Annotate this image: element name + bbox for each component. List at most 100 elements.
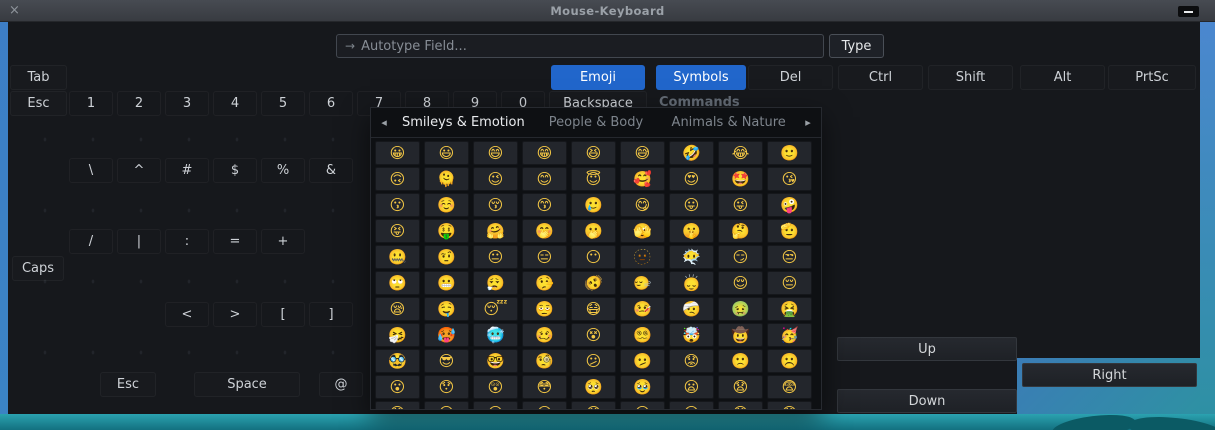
right-button[interactable]: Right: [1022, 363, 1197, 387]
emoji-cell[interactable]: 😛: [669, 193, 714, 217]
emoji-cell[interactable]: 😍: [669, 167, 714, 191]
emoji-cell[interactable]: 🤣: [669, 141, 714, 165]
emoji-cell[interactable]: 😄: [473, 141, 518, 165]
emoji-cell[interactable]: 😢: [473, 401, 518, 410]
emoji-cell[interactable]: 😐: [473, 245, 518, 269]
emoji-cell[interactable]: 😘: [767, 167, 812, 191]
emoji-cell[interactable]: 😆: [571, 141, 616, 165]
next-category-icon[interactable]: ▸: [795, 116, 821, 129]
up-button[interactable]: Up: [837, 337, 1017, 361]
emoji-cell[interactable]: 😋: [620, 193, 665, 217]
symbols-button[interactable]: Symbols: [656, 65, 746, 90]
emoji-cell[interactable]: 🥴: [522, 323, 567, 347]
emoji-cell[interactable]: 😮: [375, 375, 420, 399]
emoji-cell[interactable]: 🤕: [669, 297, 714, 321]
symbol-key[interactable]: ^: [117, 158, 161, 183]
emoji-cell[interactable]: 😦: [669, 375, 714, 399]
emoji-cell[interactable]: 😜: [718, 193, 763, 217]
type-button[interactable]: Type: [829, 34, 884, 58]
emoji-button[interactable]: Emoji: [551, 65, 645, 90]
emoji-cell[interactable]: 😖: [620, 401, 665, 410]
prev-category-icon[interactable]: ◂: [371, 116, 397, 129]
key-shift[interactable]: Shift: [928, 65, 1013, 90]
symbol-key[interactable]: \: [69, 158, 113, 183]
emoji-cell[interactable]: 🤗: [473, 219, 518, 243]
emoji-cell[interactable]: 😁: [522, 141, 567, 165]
emoji-cell[interactable]: 🥰: [620, 167, 665, 191]
emoji-cell[interactable]: 🫠: [424, 167, 469, 191]
emoji-cell[interactable]: 😭: [522, 401, 567, 410]
symbol-key[interactable]: $: [213, 158, 257, 183]
number-key[interactable]: 3: [165, 91, 209, 116]
emoji-cell[interactable]: 🥹: [620, 375, 665, 399]
emoji-cell[interactable]: ☺️: [424, 193, 469, 217]
emoji-cell[interactable]: 😮‍💨: [473, 271, 518, 295]
tab-smileys-emotion[interactable]: Smileys & Emotion: [397, 115, 530, 130]
emoji-cell[interactable]: 😵‍💫: [620, 323, 665, 347]
key-space[interactable]: Space: [194, 372, 300, 397]
symbol-key[interactable]: >: [213, 302, 257, 327]
emoji-cell[interactable]: 🤭: [522, 219, 567, 243]
key-ctrl[interactable]: Ctrl: [838, 65, 923, 90]
emoji-cell[interactable]: 🫩: [522, 297, 567, 321]
emoji-cell[interactable]: 🥳: [767, 323, 812, 347]
emoji-cell[interactable]: 😴: [473, 297, 518, 321]
emoji-cell[interactable]: 🥶: [473, 323, 518, 347]
tab-animals-nature[interactable]: Animals & Nature: [662, 115, 795, 130]
minimize-icon[interactable]: [1178, 6, 1199, 17]
number-key[interactable]: 2: [117, 91, 161, 116]
emoji-cell[interactable]: 🥵: [424, 323, 469, 347]
symbol-key[interactable]: :: [165, 229, 209, 254]
emoji-cell[interactable]: 🥸: [375, 349, 420, 373]
emoji-cell[interactable]: 😚: [473, 193, 518, 217]
emoji-cell[interactable]: 😷: [571, 297, 616, 321]
emoji-cell[interactable]: 🙄: [375, 271, 420, 295]
symbol-key[interactable]: |: [117, 229, 161, 254]
emoji-cell[interactable]: 🤢: [718, 297, 763, 321]
key-caps[interactable]: Caps: [12, 256, 64, 281]
emoji-cell[interactable]: 😊: [522, 167, 567, 191]
emoji-cell[interactable]: 😇: [571, 167, 616, 191]
symbol-key[interactable]: ]: [309, 302, 353, 327]
number-key[interactable]: 4: [213, 91, 257, 116]
symbol-key[interactable]: +: [261, 229, 305, 254]
emoji-cell[interactable]: 🙂‍↔️: [620, 271, 665, 295]
emoji-cell[interactable]: 😲: [473, 375, 518, 399]
emoji-cell[interactable]: 🙃: [375, 167, 420, 191]
down-button[interactable]: Down: [837, 389, 1017, 413]
emoji-cell[interactable]: 😵: [571, 323, 616, 347]
emoji-cell[interactable]: 🧐: [522, 349, 567, 373]
emoji-cell[interactable]: 😟: [669, 349, 714, 373]
emoji-cell[interactable]: 😓: [767, 401, 812, 410]
emoji-cell[interactable]: 🙂‍↕️: [669, 271, 714, 295]
emoji-cell[interactable]: 🙂: [767, 141, 812, 165]
autotype-input[interactable]: [361, 39, 823, 54]
emoji-cell[interactable]: 🤧: [375, 323, 420, 347]
key-prtsc[interactable]: PrtSc: [1108, 65, 1196, 90]
number-key[interactable]: 1: [69, 91, 113, 116]
emoji-cell[interactable]: 😔: [767, 271, 812, 295]
emoji-cell[interactable]: 🤤: [424, 297, 469, 321]
autotype-field[interactable]: →: [336, 34, 824, 58]
key-tab[interactable]: Tab: [10, 65, 67, 90]
emoji-cell[interactable]: 🥲: [571, 193, 616, 217]
emoji-cell[interactable]: 🤑: [424, 219, 469, 243]
emoji-cell[interactable]: 🤯: [669, 323, 714, 347]
key-esc-bottom[interactable]: Esc: [100, 372, 156, 397]
key-at[interactable]: @: [319, 372, 363, 397]
emoji-cell[interactable]: 😨: [767, 375, 812, 399]
emoji-cell[interactable]: 🤒: [620, 297, 665, 321]
emoji-cell[interactable]: 😬: [424, 271, 469, 295]
emoji-cell[interactable]: 😌: [718, 271, 763, 295]
emoji-cell[interactable]: 😏: [718, 245, 763, 269]
symbol-key[interactable]: =: [213, 229, 257, 254]
emoji-cell[interactable]: 🫡: [767, 219, 812, 243]
emoji-cell[interactable]: 🥺: [571, 375, 616, 399]
emoji-cell[interactable]: 😙: [522, 193, 567, 217]
emoji-cell[interactable]: 😝: [375, 219, 420, 243]
key-del[interactable]: Del: [748, 65, 833, 90]
emoji-cell[interactable]: 🤠: [718, 323, 763, 347]
emoji-cell[interactable]: 🫣: [620, 219, 665, 243]
emoji-cell[interactable]: 🤪: [767, 193, 812, 217]
symbol-key[interactable]: #: [165, 158, 209, 183]
